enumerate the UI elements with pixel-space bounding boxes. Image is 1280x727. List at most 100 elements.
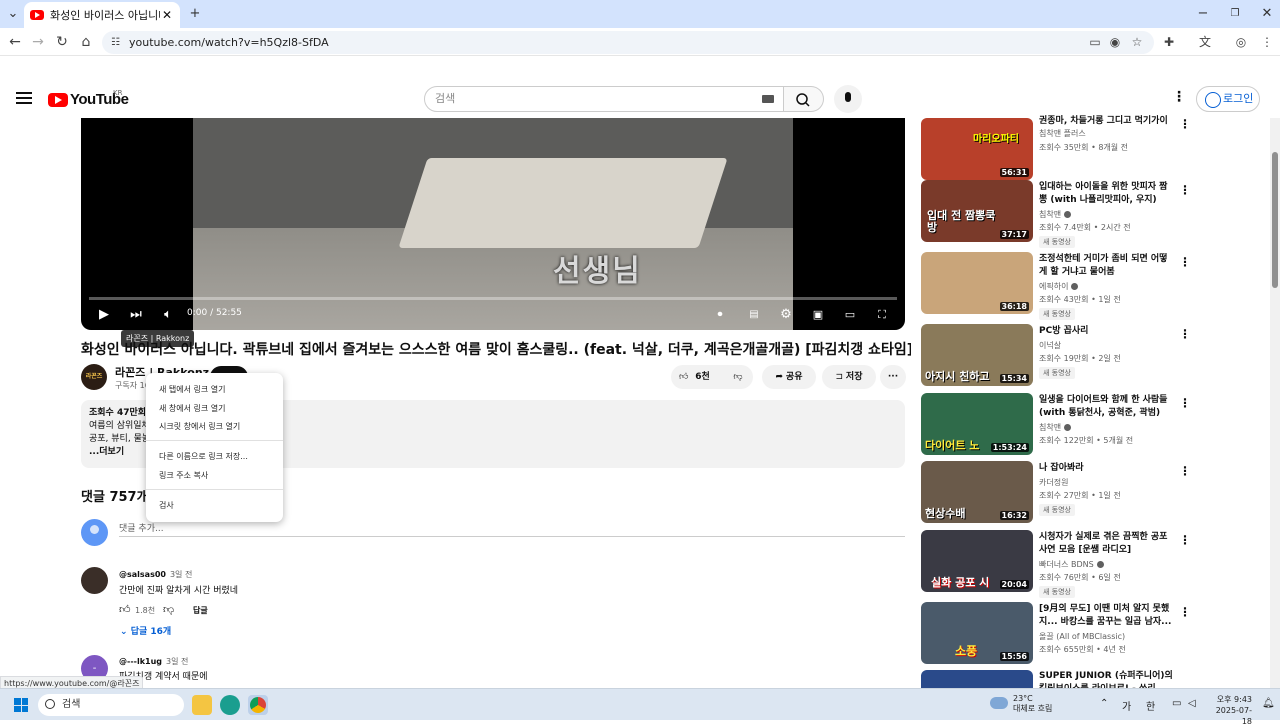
video-thumbnail[interactable] — [921, 670, 1033, 688]
menu-save-link-as[interactable]: 다른 이름으로 링크 저장... — [159, 451, 248, 462]
search-button[interactable] — [784, 86, 824, 112]
recommendation-channel[interactable]: 카더정원 — [1039, 477, 1068, 488]
video-thumbnail[interactable]: 36:18 — [921, 252, 1033, 314]
comment-username[interactable]: @salsas00 — [119, 570, 166, 579]
profile-icon[interactable]: ◎ — [1232, 33, 1250, 51]
file-explorer-icon[interactable] — [192, 695, 212, 715]
notification-bell-icon[interactable]: 🔔︎ — [1262, 698, 1275, 709]
network-icon[interactable]: ▭ — [1172, 698, 1181, 709]
recommendation-item[interactable]: 마리오파티 56:31 권종마, 차들거롱 그디고 먹기가이 침착맨 플러스 조회… — [921, 114, 1201, 180]
recommendation-title[interactable]: [9月의 무도] 이땐 미처 알지 못했지... 바캉스를 꿈꾸는 일곱 남자.… — [1039, 603, 1175, 629]
video-thumbnail[interactable]: 소풍 15:56 — [921, 602, 1033, 664]
recommendation-item[interactable]: 36:18 조정석한테 거미가 좀비 되면 어떻게 할 거냐고 물어봄 에픽하이… — [921, 252, 1201, 320]
recommendation-title[interactable]: 시청자가 실제로 겪은 끔찍한 공포 사연 모음 [운쌤 라디오] — [1039, 531, 1175, 557]
recommendation-channel[interactable]: 침착맨 — [1039, 209, 1072, 220]
site-info-icon[interactable]: ☷ — [111, 31, 120, 54]
tray-chevron-icon[interactable]: ⌃ — [1100, 698, 1108, 709]
tab-close-icon[interactable]: ✕ — [160, 8, 174, 22]
settings-more-icon[interactable]: ⋮ — [1172, 89, 1186, 105]
recommendation-item[interactable]: SUPER JUNIOR (슈퍼주니어)의 킬링보이스를 라이브로! - 쏘리 — [921, 670, 1201, 688]
menu-copy-link[interactable]: 링크 주소 복사 — [159, 470, 208, 481]
more-options-icon[interactable]: ⋮ — [1179, 327, 1191, 341]
view-replies-button[interactable]: ⌄ 답글 16개 — [120, 624, 171, 637]
restore-button[interactable]: ❐ — [1224, 4, 1246, 24]
more-options-icon[interactable]: ⋮ — [1179, 117, 1191, 131]
menu-open-new-window[interactable]: 새 창에서 링크 열기 — [159, 403, 226, 414]
settings-gear-icon[interactable]: ⚙ — [777, 306, 795, 324]
commenter-avatar[interactable] — [81, 567, 108, 594]
more-options-icon[interactable]: ⋮ — [1179, 533, 1191, 547]
new-tab-button[interactable]: + — [184, 4, 206, 24]
video-thumbnail[interactable]: 다이어트 노 1:53:24 — [921, 393, 1033, 455]
recommendation-channel[interactable]: 올끌 (All of MBClassic) — [1039, 631, 1125, 642]
tracking-eye-icon[interactable]: ◉ — [1106, 33, 1124, 51]
miniplayer-icon[interactable]: ▣ — [809, 306, 827, 324]
comment-username[interactable]: @---lk1ug — [119, 657, 162, 666]
recommendation-title[interactable]: 일생을 다이어트와 함께 한 사람들 (with 통닭천사, 공혁준, 곽범) — [1039, 394, 1175, 420]
video-thumbnail[interactable]: 입대 전 짬뽕쿡방 37:17 — [921, 180, 1033, 242]
page-scrollbar[interactable] — [1270, 118, 1280, 688]
recommendation-title[interactable]: 나 잡아봐라 — [1039, 462, 1175, 475]
ime-mode-1[interactable]: 가 — [1122, 698, 1131, 713]
autoplay-toggle[interactable]: ⏺ — [709, 306, 731, 324]
edge-browser-icon[interactable] — [220, 695, 240, 715]
recommendation-title[interactable]: 조정석한테 거미가 좀비 되면 어떻게 할 거냐고 물어봄 — [1039, 253, 1175, 279]
more-options-icon[interactable]: ⋮ — [1179, 464, 1191, 478]
weather-cloud-icon[interactable] — [990, 697, 1008, 709]
recommendation-title[interactable]: 권종마, 차들거롱 그디고 먹기가이 — [1039, 115, 1175, 128]
recommendation-channel[interactable]: 이넉살 — [1039, 340, 1061, 351]
weather-widget[interactable]: 23°C 대체로 흐림 — [1013, 694, 1052, 714]
recommendation-channel[interactable]: 침착맨 — [1039, 422, 1072, 433]
forward-button[interactable]: → — [28, 32, 48, 52]
video-thumbnail[interactable]: 현상수배 16:32 — [921, 461, 1033, 523]
reply-button[interactable]: 답글 — [193, 605, 208, 616]
menu-inspect[interactable]: 검사 — [159, 500, 174, 511]
next-icon[interactable]: ⏭ — [127, 306, 145, 324]
video-thumbnail[interactable]: 아지시 친하고 15:34 — [921, 324, 1033, 386]
close-window-button[interactable]: ✕ — [1256, 4, 1278, 24]
address-bar[interactable]: ☷ youtube.com/watch?v=h5Qzl8-SfDA — [102, 31, 1154, 54]
recommendation-channel[interactable]: 에픽하이 — [1039, 281, 1079, 292]
dislike-button[interactable]: 👎︎ — [724, 365, 752, 389]
more-actions-button[interactable]: ··· — [880, 365, 906, 389]
ime-mode-2[interactable]: 한 — [1146, 698, 1155, 713]
recommendation-channel[interactable]: 빠더너스 BDNS — [1039, 559, 1104, 570]
captions-icon[interactable]: ▤ — [745, 306, 763, 324]
menu-open-new-tab[interactable]: 새 탭에서 링크 열기 — [159, 384, 226, 395]
extensions-icon[interactable]: ✚ — [1160, 33, 1178, 51]
reload-button[interactable]: ↻ — [52, 32, 72, 52]
recommendation-title[interactable]: SUPER JUNIOR (슈퍼주니어)의 킬링보이스를 라이브로! - 쏘리 — [1039, 670, 1175, 688]
fullscreen-icon[interactable]: ⛶ — [873, 306, 891, 324]
save-button[interactable]: ⊐ 저장 — [822, 365, 876, 389]
recommendation-title[interactable]: PC방 꼽사리 — [1039, 325, 1175, 338]
add-comment-input[interactable]: 댓글 추가... — [119, 521, 164, 534]
recommendation-item[interactable]: 아지시 친하고 15:34 PC방 꼽사리 이넉살 조회수 19만회 • 2일 전… — [921, 324, 1201, 388]
chrome-taskbar-item[interactable] — [248, 695, 268, 715]
chrome-menu-icon[interactable]: ⋮ — [1258, 33, 1276, 51]
youtube-logo-icon[interactable] — [48, 93, 68, 107]
search-input[interactable]: 검색 — [424, 86, 784, 112]
more-options-icon[interactable]: ⋮ — [1179, 183, 1191, 197]
browser-tab[interactable]: 화성인 바이러스 아닙니다. 곽튜 ✕ — [24, 2, 180, 28]
video-thumbnail[interactable]: 실화 공포 시 20:04 — [921, 530, 1033, 592]
minimize-button[interactable]: − — [1192, 4, 1214, 24]
share-button[interactable]: ➦ 공유 — [762, 365, 816, 389]
login-button[interactable]: 로그인 — [1196, 86, 1260, 112]
windows-start-icon[interactable] — [14, 698, 28, 712]
home-button[interactable]: ⌂ — [76, 32, 96, 52]
recommendation-item[interactable]: 입대 전 짬뽕쿡방 37:17 입대하는 아이돌을 위한 맛피자 짬뽕 (with… — [921, 180, 1201, 248]
volume-icon[interactable]: 🔈︎ — [159, 306, 177, 324]
play-icon[interactable]: ▶ — [95, 306, 113, 324]
keyboard-icon[interactable] — [762, 95, 774, 103]
recommendation-item[interactable]: 현상수배 16:32 나 잡아봐라 카더정원 조회수 27만회 • 1일 전 새 … — [921, 461, 1201, 525]
video-thumbnail[interactable]: 마리오파티 56:31 — [921, 118, 1033, 180]
cast-icon[interactable]: ▭ — [1086, 33, 1104, 51]
comment-like-icon[interactable]: 👍︎ — [119, 603, 131, 616]
back-button[interactable]: ← — [5, 32, 25, 52]
recommendation-item[interactable]: 소풍 15:56 [9月의 무도] 이땐 미처 알지 못했지... 바캉스를 꿈꾸… — [921, 602, 1201, 666]
theater-mode-icon[interactable]: ▭ — [841, 306, 859, 324]
voice-search-icon[interactable] — [834, 85, 862, 113]
scrollbar-thumb[interactable] — [1272, 152, 1278, 288]
comment-dislike-icon[interactable]: 👎︎ — [163, 603, 174, 616]
recommendation-item[interactable]: 다이어트 노 1:53:24 일생을 다이어트와 함께 한 사람들 (with 통… — [921, 393, 1201, 457]
